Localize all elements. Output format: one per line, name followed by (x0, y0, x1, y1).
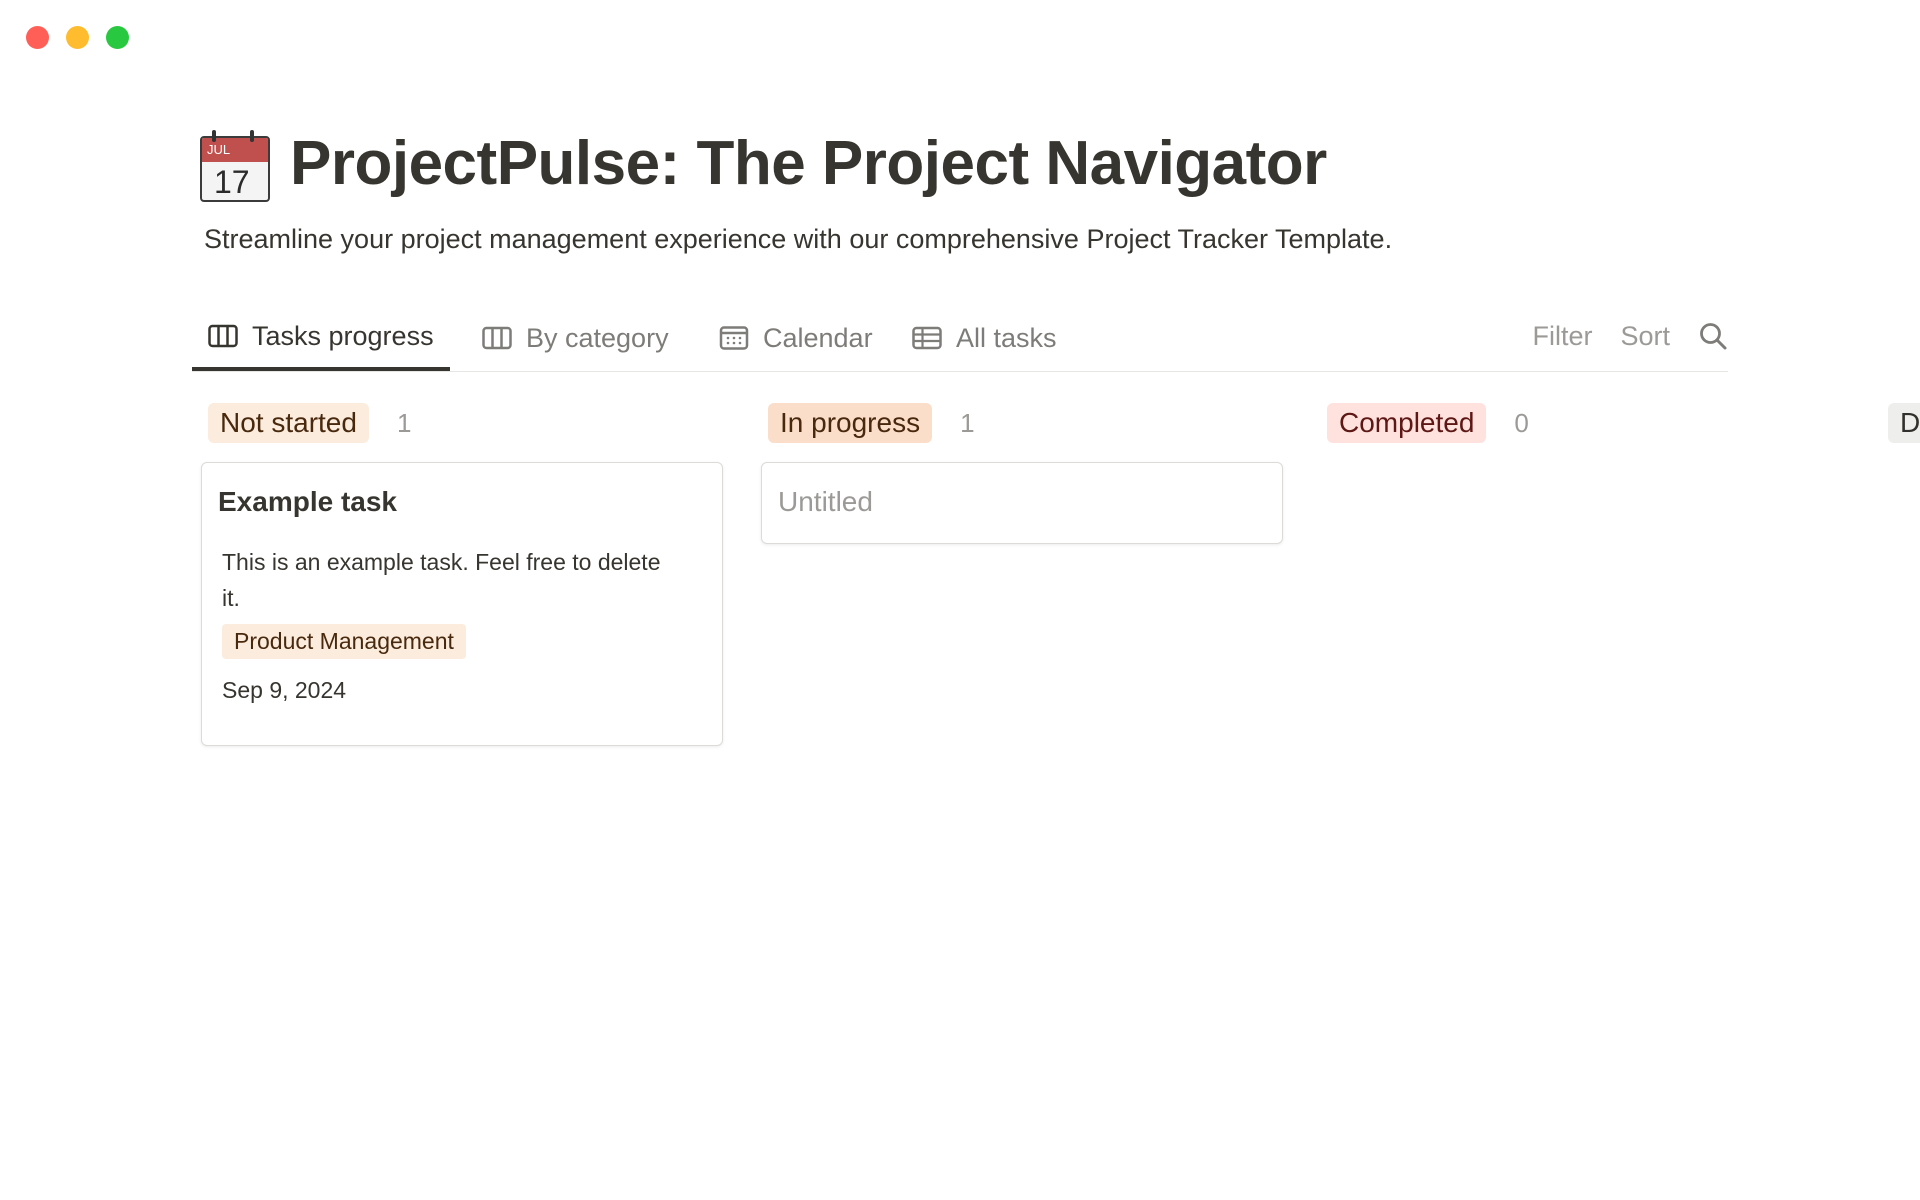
window-controls (26, 26, 129, 49)
board-icon (482, 326, 512, 350)
task-card[interactable]: Example task This is an example task. Fe… (201, 462, 723, 746)
calendar-icon-month: JUL (207, 142, 231, 157)
status-pill: D (1888, 403, 1920, 443)
column-in-progress-header[interactable]: In progress 1 (768, 403, 975, 443)
status-pill: Not started (208, 403, 369, 443)
column-not-started-header[interactable]: Not started 1 (208, 403, 411, 443)
tab-calendar[interactable]: Calendar (719, 305, 873, 371)
card-date: Sep 9, 2024 (222, 676, 347, 703)
tab-tasks-progress[interactable]: Tasks progress (192, 305, 450, 371)
column-count: 1 (960, 407, 975, 438)
card-title: Untitled (778, 486, 873, 517)
status-pill: In progress (768, 403, 933, 443)
calendar-icon-day: 17 (214, 164, 250, 200)
category-tag: Product Management (222, 623, 466, 659)
minimize-window-button[interactable] (66, 26, 89, 49)
app-window: JUL 17 ProjectPulse: The Project Navigat… (0, 0, 1920, 1200)
view-toolbar: Filter Sort (1532, 305, 1728, 367)
card-title: Example task (218, 486, 397, 517)
tab-label: Tasks progress (252, 320, 434, 351)
calendar-emoji-icon[interactable]: JUL 17 (198, 128, 270, 202)
column-completed-header[interactable]: Completed 0 (1327, 403, 1529, 443)
column-d-header[interactable]: D (1888, 403, 1920, 443)
card-description: This is an example task. Feel free to de… (222, 548, 661, 611)
task-card[interactable]: Untitled (761, 462, 1283, 544)
column-count: 0 (1514, 407, 1529, 438)
calendar-icon (719, 326, 749, 350)
tab-by-category[interactable]: By category (482, 305, 669, 371)
table-icon (912, 326, 942, 350)
tab-label: By category (526, 322, 669, 353)
maximize-window-button[interactable] (106, 26, 129, 49)
status-pill: Completed (1327, 403, 1487, 443)
tab-label: All tasks (956, 322, 1057, 353)
page-header: JUL 17 ProjectPulse: The Project Navigat… (198, 128, 1327, 202)
column-count: 1 (396, 407, 412, 438)
tab-label: Calendar (763, 322, 873, 353)
view-tabs-bar: Tasks progress By category Calendar All … (192, 305, 1728, 372)
filter-button[interactable]: Filter (1532, 321, 1592, 352)
search-icon[interactable] (1698, 321, 1728, 351)
tab-all-tasks[interactable]: All tasks (912, 305, 1057, 371)
page-title: ProjectPulse: The Project Navigator (290, 129, 1327, 198)
close-window-button[interactable] (26, 26, 49, 49)
sort-button[interactable]: Sort (1620, 321, 1670, 352)
board-icon (208, 324, 238, 348)
page-subtitle: Streamline your project management exper… (204, 224, 1393, 254)
